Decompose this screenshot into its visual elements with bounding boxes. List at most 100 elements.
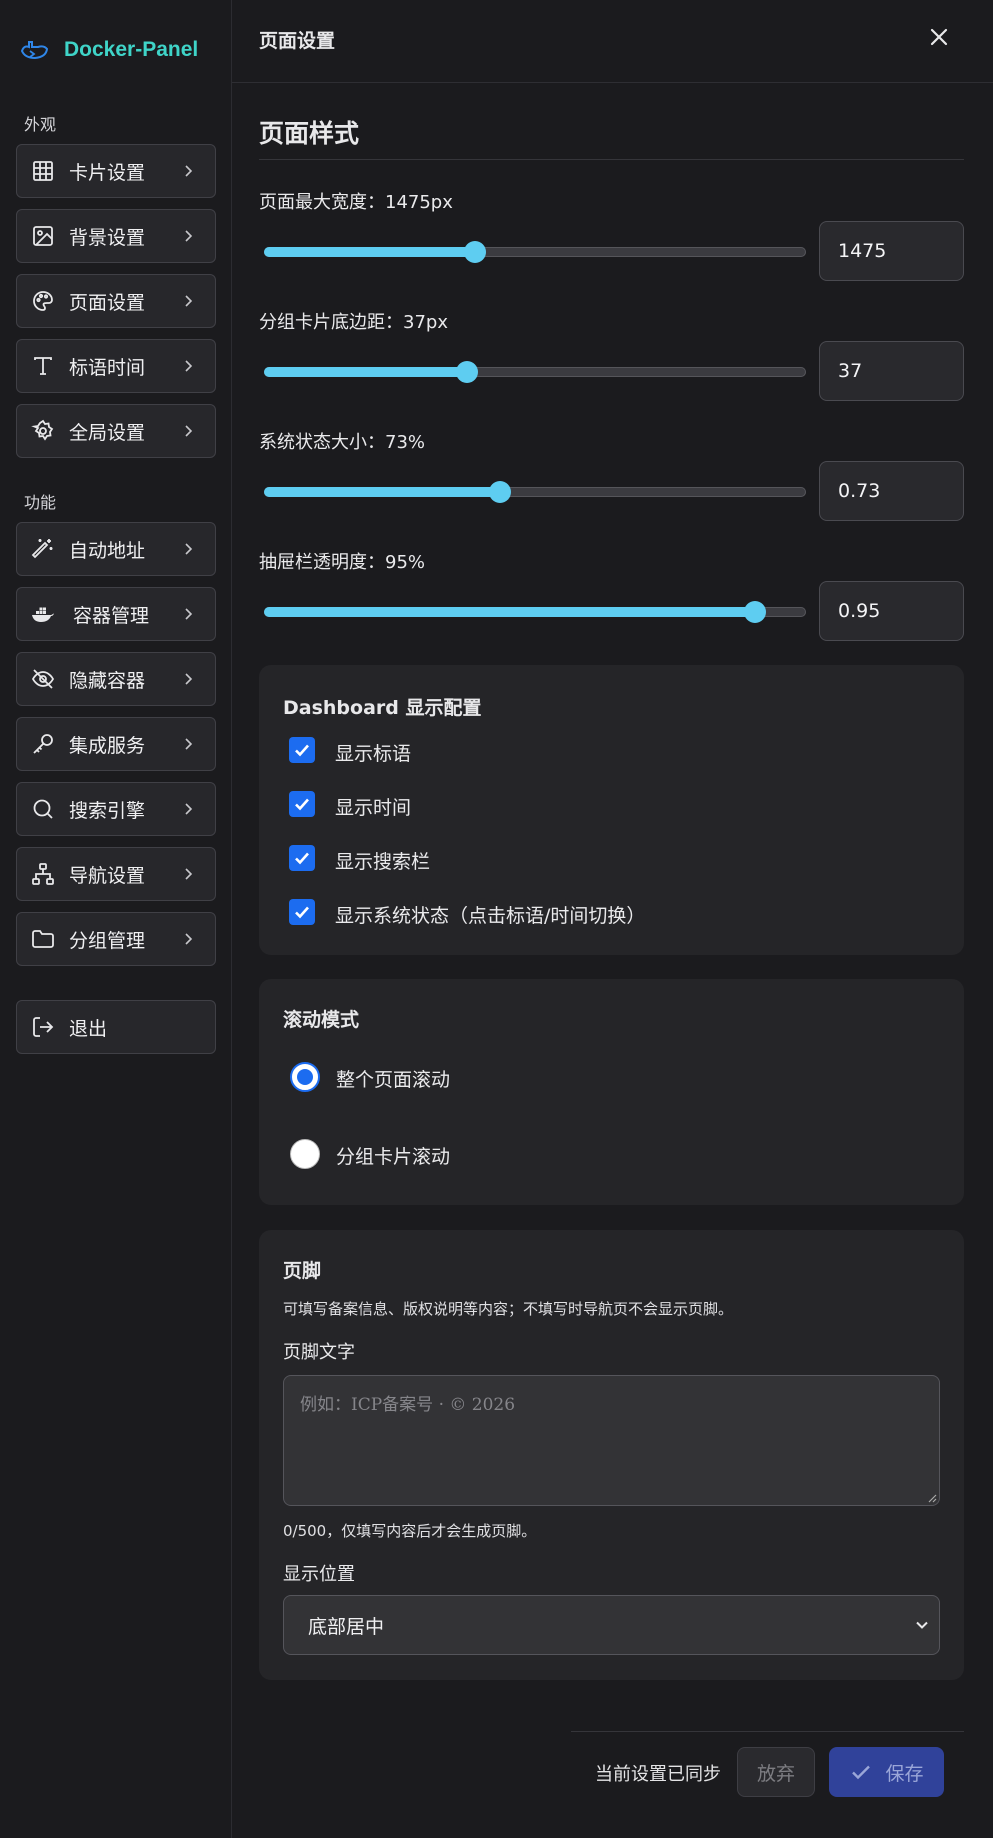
eye-off-icon — [31, 667, 55, 691]
chevron-right-icon — [185, 165, 193, 177]
chevron-right-icon — [185, 230, 193, 242]
sync-status: 当前设置已同步 — [595, 1764, 721, 1785]
slider-label-status-size: 系统状态大小：73% — [259, 432, 426, 453]
slider-thumb[interactable] — [744, 601, 766, 623]
app-root: { "brand": {"name": "Docker-Panel"}, "si… — [0, 0, 993, 1838]
slider-fill — [264, 247, 475, 257]
slider-max-width[interactable] — [264, 241, 806, 263]
checkbox-show-slogan[interactable] — [289, 737, 315, 763]
chevron-right-icon — [185, 425, 193, 437]
sitemap-icon — [31, 862, 55, 886]
sidebar-item-label: 容器管理 — [73, 604, 150, 627]
footer-card: 页脚 可填写备案信息、版权说明等内容；不填写时导航页不会显示页脚。 页脚文字 例… — [259, 1230, 964, 1680]
image-icon — [31, 224, 55, 248]
panel-title: 页面设置 — [259, 30, 336, 52]
dashboard-config-card: Dashboard 显示配置 显示标语 显示时间 显示搜索栏 显示系统状态（点击… — [259, 665, 964, 955]
sidebar: Docker-Panel 外观 卡片设置 背景设置 页面设置 标语时间 全局设置… — [0, 0, 232, 1838]
checkbox-show-system-status[interactable] — [289, 899, 315, 925]
slider-label-drawer-opacity: 抽屉栏透明度：95% — [259, 552, 426, 573]
checkbox-show-time[interactable] — [289, 791, 315, 817]
status-size-input[interactable]: 0.73 — [819, 461, 964, 521]
chevron-right-icon — [185, 933, 193, 945]
footer-text-placeholder: 例如：ICP备案号 · © 2026 — [300, 1395, 516, 1415]
sidebar-item-label: 卡片设置 — [69, 161, 146, 184]
sidebar-item-label: 页面设置 — [69, 291, 146, 314]
actions-divider — [571, 1731, 964, 1732]
slider-drawer-opacity[interactable] — [264, 601, 806, 623]
discard-button[interactable]: 放弃 — [737, 1747, 815, 1797]
check-icon — [295, 798, 309, 811]
sidebar-item-label: 全局设置 — [69, 421, 146, 444]
chevron-right-icon — [185, 608, 193, 620]
max-width-input[interactable]: 1475 — [819, 221, 964, 281]
resize-grip-icon[interactable] — [926, 1492, 937, 1503]
sidebar-item-container-management[interactable]: 容器管理 — [16, 587, 216, 641]
footer-position-select[interactable]: 底部居中 — [283, 1595, 940, 1655]
sidebar-item-label: 搜索引擎 — [69, 799, 146, 822]
gear-icon — [31, 419, 55, 443]
drawer-opacity-input[interactable]: 0.95 — [819, 581, 964, 641]
checkbox-label: 显示搜索栏 — [335, 851, 431, 873]
sidebar-item-background-settings[interactable]: 背景设置 — [16, 209, 216, 263]
slider-group-margin[interactable] — [264, 361, 806, 383]
sidebar-item-auto-address[interactable]: 自动地址 — [16, 522, 216, 576]
footer-title: 页脚 — [283, 1260, 322, 1282]
sidebar-item-group-management[interactable]: 分组管理 — [16, 912, 216, 966]
save-label: 保存 — [885, 1762, 924, 1785]
radio-label: 整个页面滚动 — [336, 1069, 451, 1091]
sidebar-item-label: 自动地址 — [69, 539, 146, 562]
header-divider — [232, 82, 993, 83]
check-icon — [852, 1765, 871, 1780]
radio-page-scroll[interactable] — [290, 1062, 320, 1092]
magic-wand-icon — [31, 537, 55, 561]
search-icon — [31, 797, 55, 821]
slider-thumb[interactable] — [489, 481, 511, 503]
radio-group-scroll[interactable] — [290, 1139, 320, 1169]
slider-fill — [264, 487, 500, 497]
sidebar-item-hidden-containers[interactable]: 隐藏容器 — [16, 652, 216, 706]
footer-description: 可填写备案信息、版权说明等内容；不填写时导航页不会显示页脚。 — [283, 1300, 734, 1318]
type-icon — [31, 354, 55, 378]
close-button[interactable] — [924, 22, 954, 52]
section-title: 页面样式 — [259, 119, 360, 148]
slider-thumb[interactable] — [456, 361, 478, 383]
sidebar-item-label: 标语时间 — [69, 356, 146, 379]
settings-panel: 页面设置 页面样式 页面最大宽度：1475px 1475 分组卡片底边距：37p… — [232, 0, 993, 1838]
chevron-down-icon — [916, 1621, 928, 1629]
footer-text-input[interactable]: 例如：ICP备案号 · © 2026 — [283, 1375, 940, 1506]
section-divider — [259, 159, 964, 160]
sidebar-item-search-engines[interactable]: 搜索引擎 — [16, 782, 216, 836]
checkbox-show-search[interactable] — [289, 845, 315, 871]
docker-panel-logo-icon — [20, 41, 49, 60]
radio-label: 分组卡片滚动 — [336, 1146, 451, 1168]
slider-fill — [264, 607, 755, 617]
checkbox-label: 显示时间 — [335, 797, 412, 819]
chevron-right-icon — [185, 868, 193, 880]
chevron-right-icon — [185, 673, 193, 685]
chevron-right-icon — [185, 738, 193, 750]
sidebar-item-global-settings[interactable]: 全局设置 — [16, 404, 216, 458]
slider-label-group-margin: 分组卡片底边距：37px — [259, 312, 448, 333]
footer-text-label: 页脚文字 — [283, 1342, 355, 1363]
footer-position-label: 显示位置 — [283, 1564, 355, 1585]
sidebar-item-integrations[interactable]: 集成服务 — [16, 717, 216, 771]
slider-label-max-width: 页面最大宽度：1475px — [259, 192, 453, 213]
folder-icon — [31, 927, 55, 951]
grid-icon — [31, 159, 55, 183]
save-button[interactable]: 保存 — [829, 1747, 944, 1797]
slider-thumb[interactable] — [464, 241, 486, 263]
sidebar-item-label: 分组管理 — [69, 929, 146, 952]
sidebar-item-card-settings[interactable]: 卡片设置 — [16, 144, 216, 198]
sidebar-item-navigation-settings[interactable]: 导航设置 — [16, 847, 216, 901]
sidebar-item-slogan-time[interactable]: 标语时间 — [16, 339, 216, 393]
group-margin-input[interactable]: 37 — [819, 341, 964, 401]
slider-status-size[interactable] — [264, 481, 806, 503]
key-icon — [31, 732, 55, 756]
chevron-right-icon — [185, 360, 193, 372]
logout-button[interactable]: 退出 — [16, 1000, 216, 1054]
checkbox-label: 显示标语 — [335, 743, 412, 765]
sidebar-item-page-settings[interactable]: 页面设置 — [16, 274, 216, 328]
sidebar-item-label: 背景设置 — [69, 226, 146, 249]
checkbox-label: 显示系统状态（点击标语/时间切换） — [335, 905, 646, 927]
sidebar-item-label: 集成服务 — [69, 734, 146, 757]
